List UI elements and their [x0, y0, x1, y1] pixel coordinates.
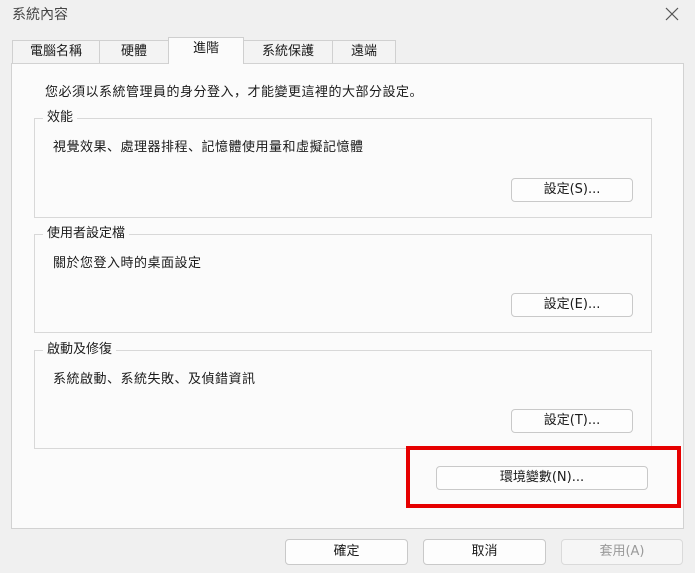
profiles-settings-button[interactable]: 設定(E)...: [511, 293, 633, 317]
group-title: 使用者設定檔: [43, 226, 130, 242]
group-description: 系統啟動、系統失敗、及偵錯資訊: [53, 372, 256, 387]
group-description: 視覺效果、處理器排程、記憶體使用量和虛擬記憶體: [53, 140, 364, 155]
title-bar: 系統內容: [0, 0, 695, 30]
group-user-profiles: 使用者設定檔 關於您登入時的桌面設定 設定(E)...: [34, 226, 652, 333]
close-button[interactable]: [658, 2, 686, 26]
group-title: 啟動及修復: [43, 342, 117, 358]
tab-computer-name[interactable]: 電腦名稱: [12, 40, 100, 63]
close-icon: [665, 7, 679, 21]
tab-system-protection[interactable]: 系統保護: [243, 40, 333, 63]
window-title: 系統內容: [12, 7, 68, 23]
highlight-box: [406, 446, 681, 508]
tab-advanced[interactable]: 進階: [168, 37, 244, 64]
group-performance: 效能 視覺效果、處理器排程、記憶體使用量和虛擬記憶體 設定(S)...: [34, 110, 652, 218]
startup-settings-button[interactable]: 設定(T)...: [511, 409, 633, 433]
apply-button[interactable]: 套用(A): [561, 539, 683, 565]
tab-hardware[interactable]: 硬體: [99, 40, 169, 63]
group-title: 效能: [43, 110, 78, 126]
group-startup-recovery: 啟動及修復 系統啟動、系統失敗、及偵錯資訊 設定(T)...: [34, 342, 652, 449]
cancel-button[interactable]: 取消: [423, 539, 546, 565]
group-description: 關於您登入時的桌面設定: [53, 256, 202, 271]
performance-settings-button[interactable]: 設定(S)...: [511, 178, 633, 202]
ok-button[interactable]: 確定: [285, 539, 408, 565]
admin-notice: 您必須以系統管理員的身分登入，才能變更這裡的大部分設定。: [45, 85, 424, 100]
tab-remote[interactable]: 遠端: [332, 40, 396, 63]
